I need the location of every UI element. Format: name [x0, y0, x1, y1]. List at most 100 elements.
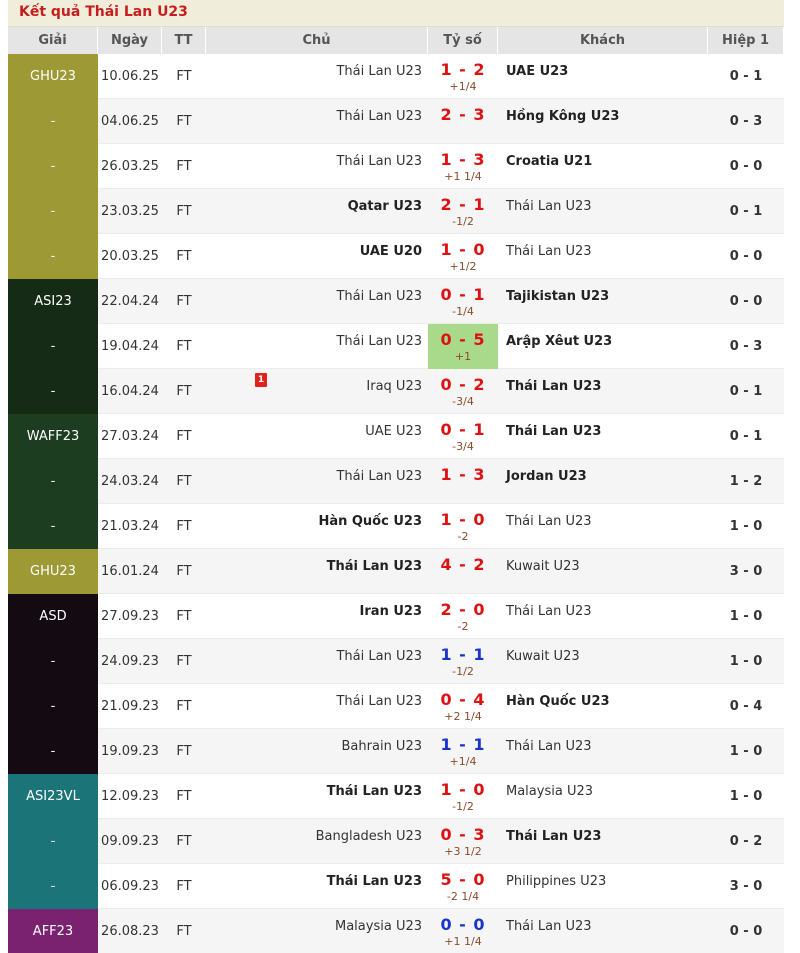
- home-team[interactable]: Iran U23: [206, 594, 428, 639]
- score-cell[interactable]: 1 - 0 -1/2: [428, 774, 498, 819]
- score-cell[interactable]: 1 - 0 -2: [428, 504, 498, 549]
- league-cell[interactable]: -: [8, 369, 98, 414]
- league-cell[interactable]: -: [8, 729, 98, 774]
- table-row[interactable]: -21.03.24 FT Hàn Quốc U23 1 - 0 -2 Thái Lan U…: [8, 504, 784, 549]
- away-team[interactable]: Croatia U21: [498, 144, 708, 189]
- score-cell[interactable]: 0 - 0 +1 1/4: [428, 909, 498, 953]
- league-cell[interactable]: ASI23: [8, 279, 98, 324]
- score-cell[interactable]: 0 - 2 -3/4: [428, 369, 498, 414]
- league-cell[interactable]: ASI23VL: [8, 774, 98, 819]
- away-team[interactable]: Kuwait U23: [498, 639, 708, 684]
- score-cell[interactable]: 1 - 1 -1/2: [428, 639, 498, 684]
- league-cell[interactable]: -: [8, 639, 98, 684]
- home-team[interactable]: Thái Lan U23: [206, 144, 428, 189]
- away-team[interactable]: UAE U23: [498, 54, 708, 99]
- score-cell[interactable]: 0 - 4 +2 1/4: [428, 684, 498, 729]
- league-cell[interactable]: -: [8, 504, 98, 549]
- home-team[interactable]: Bahrain U23: [206, 729, 428, 774]
- away-team[interactable]: Jordan U23: [498, 459, 708, 504]
- away-team[interactable]: Thái Lan U23: [498, 729, 708, 774]
- table-row[interactable]: -26.03.25 FT Thái Lan U23 1 - 3 +1 1/4 Croati…: [8, 144, 784, 189]
- league-cell[interactable]: -: [8, 99, 98, 144]
- home-team[interactable]: Qatar U23: [206, 189, 428, 234]
- table-row[interactable]: -20.03.25 FT UAE U20 1 - 0 +1/2 Thái Lan U23 0…: [8, 234, 784, 279]
- table-row[interactable]: GHU23 10.06.25 FT Thái Lan U23 1 - 2 +1/4 UAE …: [8, 54, 784, 99]
- league-cell[interactable]: GHU23: [8, 54, 98, 99]
- table-row[interactable]: WAFF23 27.03.24 FT UAE U23 0 - 1 -3/4 Thái Lan…: [8, 414, 784, 459]
- home-team[interactable]: Thái Lan U23: [206, 639, 428, 684]
- league-cell[interactable]: -: [8, 864, 98, 909]
- away-team[interactable]: Thái Lan U23: [498, 909, 708, 953]
- home-team[interactable]: Thái Lan U23: [206, 54, 428, 99]
- table-row[interactable]: -23.03.25 FT Qatar U23 2 - 1 -1/2 Thái Lan U2…: [8, 189, 784, 234]
- score-cell[interactable]: 2 - 3: [428, 99, 498, 144]
- away-team[interactable]: Thái Lan U23: [498, 414, 708, 459]
- away-team[interactable]: Hàn Quốc U23: [498, 684, 708, 729]
- table-row[interactable]: -04.06.25 FT Thái Lan U23 2 - 3 Hồng Kông U2…: [8, 99, 784, 144]
- table-row[interactable]: -24.09.23 FT Thái Lan U23 1 - 1 -1/2 Kuwait U…: [8, 639, 784, 684]
- home-team[interactable]: Thái Lan U23: [206, 324, 428, 369]
- home-team[interactable]: Iraq U23 1: [206, 369, 428, 414]
- score-cell[interactable]: 0 - 5 +1: [428, 324, 498, 369]
- away-team[interactable]: Thái Lan U23: [498, 189, 708, 234]
- league-cell[interactable]: -: [8, 144, 98, 189]
- home-team[interactable]: Thái Lan U23: [206, 99, 428, 144]
- league-cell[interactable]: AFF23: [8, 909, 98, 953]
- score-cell[interactable]: 1 - 2 +1/4: [428, 54, 498, 99]
- league-cell[interactable]: -: [8, 189, 98, 234]
- home-team[interactable]: UAE U20: [206, 234, 428, 279]
- home-team[interactable]: Thái Lan U23: [206, 549, 428, 594]
- league-cell[interactable]: GHU23: [8, 549, 98, 594]
- score-cell[interactable]: 2 - 1 -1/2: [428, 189, 498, 234]
- score-cell[interactable]: 4 - 2: [428, 549, 498, 594]
- league-cell[interactable]: ASD: [8, 594, 98, 639]
- away-team[interactable]: Thái Lan U23: [498, 234, 708, 279]
- league-cell[interactable]: -: [8, 684, 98, 729]
- away-team[interactable]: Kuwait U23: [498, 549, 708, 594]
- home-team[interactable]: Hàn Quốc U23: [206, 504, 428, 549]
- score-cell[interactable]: 1 - 3 +1 1/4: [428, 144, 498, 189]
- league-cell[interactable]: WAFF23: [8, 414, 98, 459]
- score-cell[interactable]: 0 - 3 +3 1/2: [428, 819, 498, 864]
- home-team[interactable]: Thái Lan U23: [206, 864, 428, 909]
- league-cell[interactable]: -: [8, 324, 98, 369]
- away-team[interactable]: Thái Lan U23: [498, 819, 708, 864]
- league-cell[interactable]: -: [8, 819, 98, 864]
- score-cell[interactable]: 5 - 0 -2 1/4: [428, 864, 498, 909]
- table-row[interactable]: GHU23 16.01.24 FT Thái Lan U23 4 - 2 Kuwait U…: [8, 549, 784, 594]
- score-cell[interactable]: 2 - 0 -2: [428, 594, 498, 639]
- home-team[interactable]: Thái Lan U23: [206, 459, 428, 504]
- table-row[interactable]: -09.09.23 FT Bangladesh U23 0 - 3 +3 1/2 Thái…: [8, 819, 784, 864]
- score-cell[interactable]: 0 - 1 -3/4: [428, 414, 498, 459]
- away-team[interactable]: Malaysia U23: [498, 774, 708, 819]
- away-team[interactable]: Arập Xêut U23: [498, 324, 708, 369]
- away-team[interactable]: Thái Lan U23: [498, 504, 708, 549]
- home-team[interactable]: Bangladesh U23: [206, 819, 428, 864]
- table-row[interactable]: ASI23 22.04.24 FT Thái Lan U23 0 - 1 -1/4 Taji…: [8, 279, 784, 324]
- score-cell[interactable]: 1 - 0 +1/2: [428, 234, 498, 279]
- home-team[interactable]: UAE U23: [206, 414, 428, 459]
- table-row[interactable]: -19.09.23 FT Bahrain U23 1 - 1 +1/4 Thái Lan …: [8, 729, 784, 774]
- home-team[interactable]: Thái Lan U23: [206, 684, 428, 729]
- score-cell[interactable]: 0 - 1 -1/4: [428, 279, 498, 324]
- away-team[interactable]: Thái Lan U23: [498, 594, 708, 639]
- home-team[interactable]: Malaysia U23: [206, 909, 428, 953]
- league-cell[interactable]: -: [8, 234, 98, 279]
- away-team[interactable]: Philippines U23: [498, 864, 708, 909]
- away-team[interactable]: Tajikistan U23: [498, 279, 708, 324]
- table-row[interactable]: AFF23 26.08.23 FT Malaysia U23 0 - 0 +1 1/4 Th…: [8, 909, 784, 953]
- away-team[interactable]: Thái Lan U23: [498, 369, 708, 414]
- table-row[interactable]: -24.03.24 FT Thái Lan U23 1 - 3 Jordan U23 1 …: [8, 459, 784, 504]
- table-row[interactable]: ASI23VL 12.09.23 FT Thái Lan U23 1 - 0 -1/2 Ma…: [8, 774, 784, 819]
- table-row[interactable]: -06.09.23 FT Thái Lan U23 5 - 0 -2 1/4 Philip…: [8, 864, 784, 909]
- table-row[interactable]: ASD 27.09.23 FT Iran U23 2 - 0 -2 Thái Lan U23…: [8, 594, 784, 639]
- league-cell[interactable]: -: [8, 459, 98, 504]
- score-cell[interactable]: 1 - 3: [428, 459, 498, 504]
- home-team[interactable]: Thái Lan U23: [206, 279, 428, 324]
- away-team[interactable]: Hồng Kông U23: [498, 99, 708, 144]
- home-team[interactable]: Thái Lan U23: [206, 774, 428, 819]
- table-row[interactable]: -21.09.23 FT Thái Lan U23 0 - 4 +2 1/4 Hàn Qu…: [8, 684, 784, 729]
- table-row[interactable]: -19.04.24 FT Thái Lan U23 0 - 5 +1 Arập Xêut …: [8, 324, 784, 369]
- table-row[interactable]: -16.04.24 FT Iraq U23 1 0 - 2 -3/4 Thái Lan U2…: [8, 369, 784, 414]
- score-cell[interactable]: 1 - 1 +1/4: [428, 729, 498, 774]
